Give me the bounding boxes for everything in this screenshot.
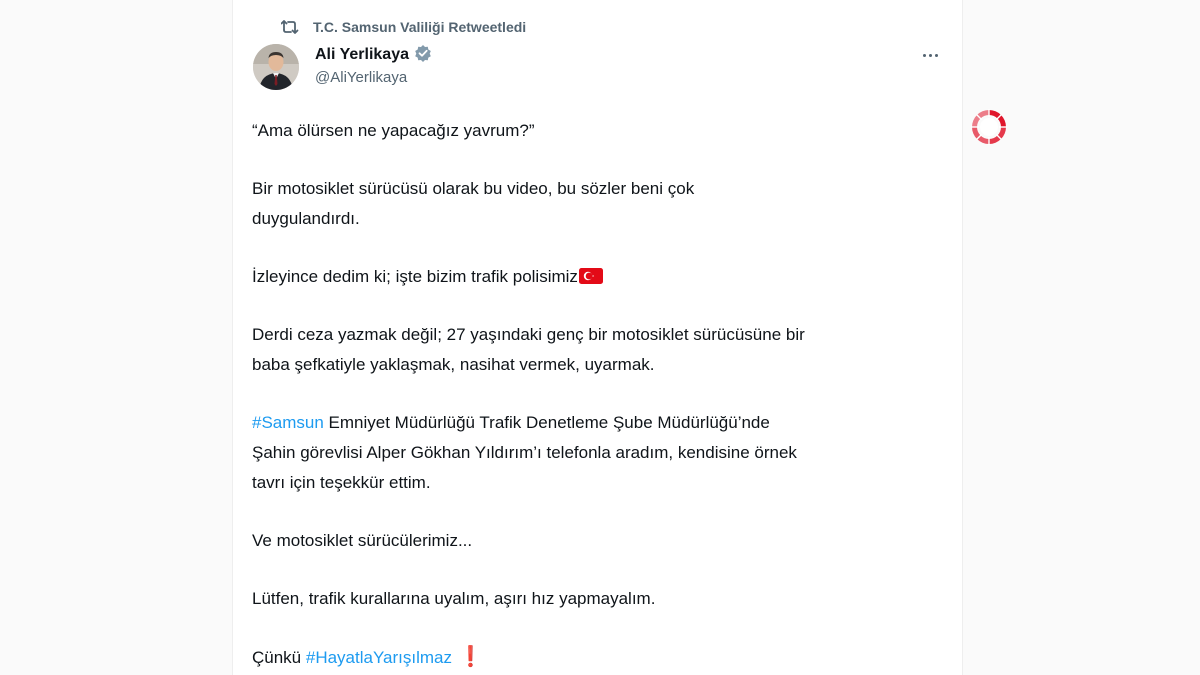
tweet-paragraph-1: “Ama ölürsen ne yapacağız yavrum?” <box>252 116 942 146</box>
author-name-row: Ali Yerlikaya <box>315 44 432 66</box>
tweet-line: İzleyince dedim ki; işte bizim trafik po… <box>252 267 578 286</box>
left-margin <box>0 0 233 675</box>
tweet-paragraph-3: İzleyince dedim ki; işte bizim trafik po… <box>252 262 942 292</box>
tweet-line: Derdi ceza yazmak değil; 27 yaşındaki ge… <box>252 325 805 344</box>
retweet-icon <box>281 19 299 35</box>
author-handle[interactable]: @AliYerlikaya <box>315 69 432 86</box>
verified-badge-icon <box>414 44 432 67</box>
tweet-paragraph-7: Lütfen, trafik kurallarına uyalım, aşırı… <box>252 584 942 614</box>
retweet-indicator[interactable]: T.C. Samsun Valiliği Retweetledi <box>281 16 526 38</box>
avatar[interactable] <box>253 44 299 90</box>
more-options-icon[interactable] <box>917 44 943 66</box>
tweet-line: Çünkü <box>252 648 306 667</box>
right-margin <box>962 0 1200 675</box>
tweet-line: baba şefkatiyle yaklaşmak, nasihat verme… <box>252 355 655 374</box>
author-name[interactable]: Ali Yerlikaya <box>315 46 409 64</box>
tweet-line: tavrı için teşekkür ettim. <box>252 473 431 492</box>
hashtag-hayatlayarisilmaz[interactable]: #HayatlaYarışılmaz <box>306 648 452 667</box>
tweet-line: Emniyet Müdürlüğü Trafik Denetleme Şube … <box>323 413 770 432</box>
exclamation-mark-icon: ❗ <box>458 646 483 668</box>
tweet-quote: “Ama ölürsen ne yapacağız yavrum?” <box>252 121 535 140</box>
tweet-paragraph-4: Derdi ceza yazmak değil; 27 yaşındaki ge… <box>252 320 942 380</box>
tweet-paragraph-8: Çünkü #HayatlaYarışılmaz ❗ <box>252 642 942 673</box>
turkey-flag-icon <box>578 264 603 284</box>
tweet-line: Bir motosiklet sürücüsü olarak bu video,… <box>252 179 695 198</box>
tweet-line: Ve motosiklet sürücülerimiz... <box>252 531 473 550</box>
tweet-line: Lütfen, trafik kurallarına uyalım, aşırı… <box>252 589 656 608</box>
hashtag-samsun[interactable]: #Samsun <box>252 413 324 432</box>
screenshot-stage: T.C. Samsun Valiliği Retweetledi Ali Yer… <box>0 0 1200 675</box>
retweet-label: T.C. Samsun Valiliği Retweetledi <box>313 19 527 35</box>
author-block: Ali Yerlikaya @AliYerlikaya <box>315 44 432 86</box>
tweet-line: Şahin görevlisi Alper Gökhan Yıldırım’ı … <box>252 443 797 462</box>
tweet-line: duygulandırdı. <box>252 209 360 228</box>
tweet-paragraph-6: Ve motosiklet sürücülerimiz... <box>252 526 942 556</box>
tweet-card: T.C. Samsun Valiliği Retweetledi Ali Yer… <box>233 0 961 675</box>
tweet-paragraph-5: #Samsun Emniyet Müdürlüğü Trafik Denetle… <box>252 408 942 498</box>
tweet-text: “Ama ölürsen ne yapacağız yavrum?” Bir m… <box>252 116 942 675</box>
avatar-portrait <box>253 44 299 90</box>
news-agency-logo-icon <box>970 108 1008 146</box>
tweet-paragraph-2: Bir motosiklet sürücüsü olarak bu video,… <box>252 174 942 234</box>
